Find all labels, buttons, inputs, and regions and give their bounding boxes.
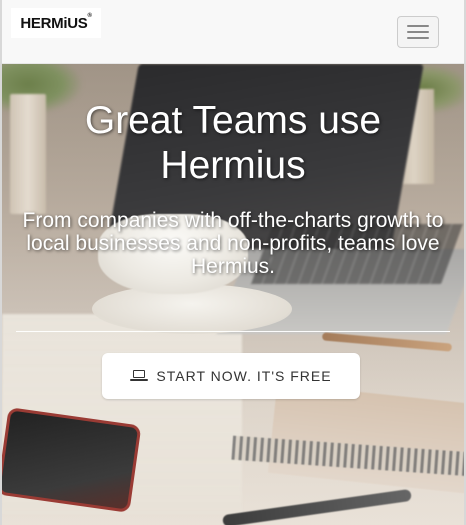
laptop-icon	[130, 369, 149, 383]
background-notebook	[267, 383, 464, 495]
hero-subtitle: From companies with off-the-charts growt…	[12, 209, 454, 278]
hamburger-icon-bar	[407, 37, 429, 39]
hero-title: Great Teams use Hermius	[84, 99, 382, 187]
background-pencil	[321, 332, 453, 352]
start-now-button[interactable]: START NOW. IT'S FREE	[102, 353, 360, 399]
navbar: HERMiUS®	[2, 0, 464, 64]
app-frame: HERMiUS® Great Teams use Hermius From co…	[0, 0, 466, 525]
hamburger-icon-bar	[407, 31, 429, 33]
background-pen	[222, 488, 412, 525]
logo-text: HERMiUS®	[20, 12, 92, 32]
nav-toggle-button[interactable]	[397, 16, 439, 48]
hero-subtitle-line-1: From companies with off-the-charts growt…	[22, 209, 444, 232]
hero-divider	[16, 331, 450, 332]
hero-subtitle-line-2: local businesses and non-profits, teams …	[26, 232, 440, 278]
hero-section: Great Teams use Hermius From companies w…	[2, 64, 464, 525]
start-now-label: START NOW. IT'S FREE	[156, 368, 332, 384]
hamburger-icon	[407, 25, 429, 27]
brand-logo[interactable]: HERMiUS®	[11, 8, 101, 38]
background-phone	[2, 407, 142, 513]
